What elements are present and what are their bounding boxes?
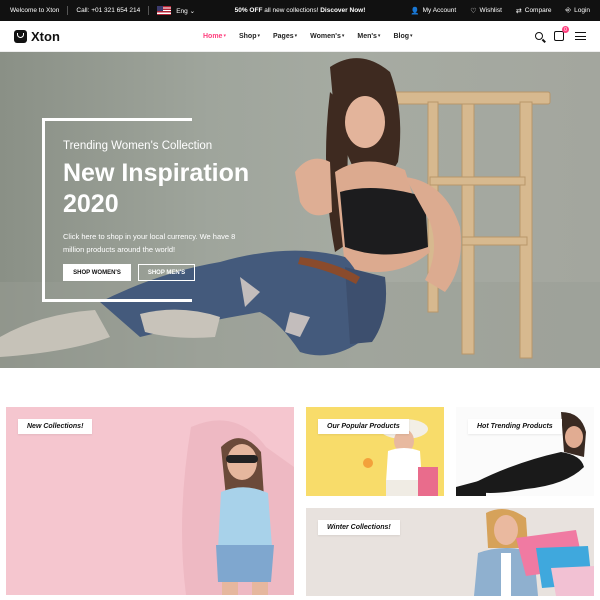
discover-now-link[interactable]: Discover Now!	[320, 7, 365, 14]
hero-slider: Trending Women's Collection New Inspirat…	[0, 52, 600, 368]
user-icon: 👤	[410, 7, 420, 15]
logo[interactable]: Xton	[14, 29, 60, 44]
chevron-down-icon: ▾	[341, 33, 345, 39]
main-nav: Xton Home ▾ Shop ▾ Pages ▾ Women's ▾ Men's ▾ …	[0, 21, 600, 52]
language-select[interactable]: Eng ⌄	[176, 7, 195, 15]
menu-label: Home	[203, 32, 223, 40]
login-label: Login	[574, 7, 590, 14]
cart-count-badge: 0	[562, 26, 569, 33]
shopping-bag-icon	[14, 29, 27, 43]
banner-winter-collections[interactable]: Winter Collections!	[306, 508, 594, 596]
chevron-down-icon: ▾	[257, 33, 260, 39]
hero-description: Click here to shop in your local currenc…	[63, 232, 236, 254]
nav-icons: 0	[535, 26, 586, 41]
cart-icon[interactable]: 0	[554, 26, 569, 41]
menu-label: Women's	[310, 32, 341, 40]
compare-link[interactable]: ⇄ Compare	[516, 7, 552, 15]
welcome-text: Welcome to Xton	[10, 7, 60, 14]
language-label: Eng	[176, 7, 188, 15]
promo-discount: 50% OFF	[234, 7, 263, 14]
my-account-link[interactable]: 👤 My Account	[411, 7, 456, 15]
heart-icon: ♡	[470, 7, 477, 15]
banner-label: Hot Trending Products	[468, 419, 562, 434]
my-account-label: My Account	[422, 7, 457, 14]
us-flag-icon	[157, 6, 172, 15]
account-links: 👤 My Account ♡ Wishlist ⇄ Compare ⎆ Login	[411, 7, 590, 15]
divider	[148, 6, 150, 15]
hero-subtitle: Trending Women's Collection	[63, 140, 213, 152]
shop-womens-button[interactable]: SHOP WOMEN'S	[63, 264, 131, 281]
banner-popular-products[interactable]: Our Popular Products	[306, 407, 444, 496]
banner-new-collections[interactable]: New Collections!	[6, 407, 294, 595]
menu-item-home[interactable]: Home ▾	[203, 33, 226, 40]
top-bar: Welcome to Xton Call: +01 321 654 214 En…	[0, 0, 600, 21]
chevron-down-icon: ▾	[410, 33, 413, 39]
login-link[interactable]: ⎆ Login	[565, 7, 590, 15]
banner-label: Winter Collections!	[318, 520, 400, 535]
menu-item-pages[interactable]: Pages ▾	[273, 33, 297, 40]
menu-label: Shop	[238, 32, 257, 40]
menu-item-womens[interactable]: Women's ▾	[310, 33, 344, 40]
main-menu: Home ▾ Shop ▾ Pages ▾ Women's ▾ Men's ▾ Blog ▾	[203, 33, 413, 40]
shop-mens-button[interactable]: SHOP MEN'S	[138, 264, 195, 281]
chevron-down-icon: ▾	[377, 33, 381, 39]
chevron-down-icon: ▾	[223, 33, 226, 39]
menu-label: Men's	[357, 32, 377, 40]
search-icon[interactable]	[535, 32, 543, 40]
chevron-down-icon: ⌄	[189, 7, 196, 15]
banner-label: New Collections!	[18, 419, 93, 434]
login-icon: ⎆	[565, 6, 572, 14]
shuffle-icon: ⇄	[515, 7, 522, 15]
divider	[67, 6, 69, 15]
wishlist-link[interactable]: ♡ Wishlist	[470, 7, 502, 15]
compare-label: Compare	[524, 7, 552, 14]
hero-title: New Inspiration 2020	[63, 159, 250, 218]
banner-label: Our Popular Products	[318, 419, 409, 434]
logo-text: Xton	[31, 28, 60, 44]
banner-new-collections-image	[182, 420, 294, 595]
menu-item-shop[interactable]: Shop ▾	[239, 33, 260, 40]
wishlist-label: Wishlist	[479, 7, 502, 14]
menu-item-mens[interactable]: Men's ▾	[357, 33, 380, 40]
menu-label: Blog	[393, 32, 409, 40]
banner-hot-trending[interactable]: Hot Trending Products	[456, 407, 594, 496]
menu-item-blog[interactable]: Blog ▾	[393, 33, 412, 40]
promo-text: all new collections!	[262, 7, 321, 14]
hamburger-menu-icon[interactable]	[575, 32, 586, 40]
phone-number[interactable]: Call: +01 321 654 214	[76, 7, 140, 14]
menu-label: Pages	[272, 32, 294, 40]
chevron-down-icon: ▾	[294, 33, 298, 39]
